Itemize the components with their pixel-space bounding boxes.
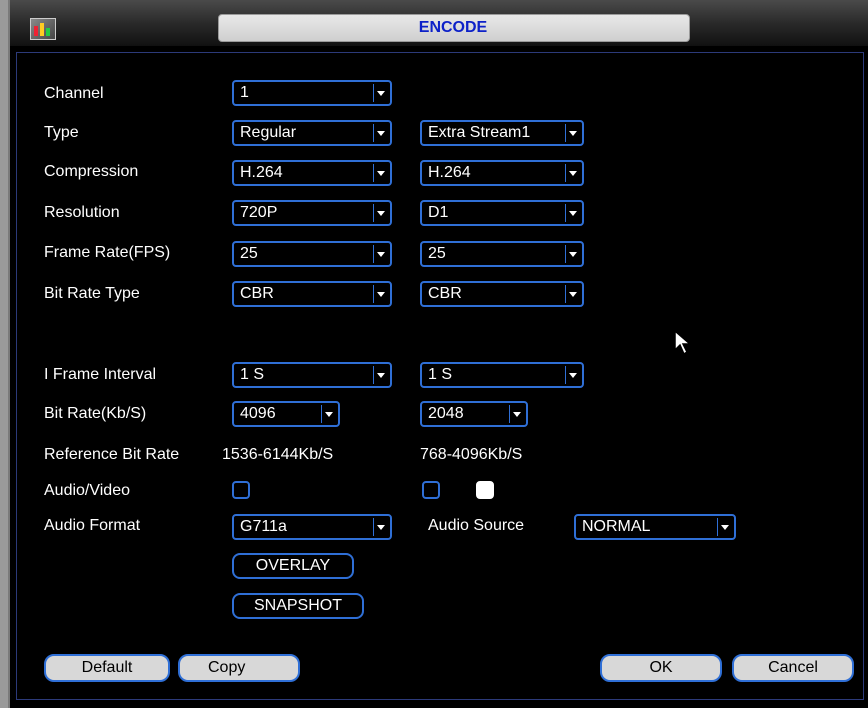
- chevron-down-icon: [373, 245, 388, 263]
- chevron-down-icon: [509, 405, 524, 423]
- chevron-down-icon: [373, 164, 388, 182]
- type-label: Type: [44, 124, 79, 141]
- extra-bit-rate-type-value: CBR: [428, 285, 462, 302]
- audio-source-label: Audio Source: [428, 517, 525, 534]
- audio-source-select[interactable]: NORMAL: [574, 514, 736, 540]
- main-compression-value: H.264: [240, 164, 283, 181]
- resolution-label: Resolution: [44, 204, 120, 221]
- main-compression-select[interactable]: H.264: [232, 160, 392, 186]
- extra-bit-rate-select[interactable]: 2048: [420, 401, 528, 427]
- extra-type-value: Extra Stream1: [428, 124, 531, 141]
- audio-format-value: G711a: [240, 518, 287, 535]
- bit-rate-type-label: Bit Rate Type: [44, 285, 140, 302]
- main-bit-rate-type-select[interactable]: CBR: [232, 281, 392, 307]
- encode-window: ENCODE Channel Type Compression Resoluti…: [8, 0, 868, 708]
- extra-i-frame-interval-select[interactable]: 1 S: [420, 362, 584, 388]
- extra-i-frame-interval-value: 1 S: [428, 366, 453, 383]
- main-resolution-value: 720P: [240, 204, 278, 221]
- cancel-button[interactable]: Cancel: [732, 654, 854, 682]
- extra-frame-rate-value: 25: [428, 245, 446, 262]
- channel-value: 1: [240, 84, 249, 101]
- chevron-down-icon: [565, 164, 580, 182]
- chevron-down-icon: [565, 245, 580, 263]
- main-bit-rate-type-value: CBR: [240, 285, 274, 302]
- main-bit-rate-value: 4096: [240, 405, 276, 422]
- mouse-cursor-icon: [674, 330, 692, 356]
- extra-reference-bit-rate: 768-4096Kb/S: [420, 446, 523, 463]
- main-i-frame-interval-select[interactable]: 1 S: [232, 362, 392, 388]
- chevron-down-icon: [373, 366, 388, 384]
- main-i-frame-interval-value: 1 S: [240, 366, 265, 383]
- audio-format-select[interactable]: G711a: [232, 514, 392, 540]
- audio-format-label: Audio Format: [44, 517, 141, 534]
- chevron-down-icon: [565, 366, 580, 384]
- main-frame-rate-select[interactable]: 25: [232, 241, 392, 267]
- channel-select[interactable]: 1: [232, 80, 392, 106]
- main-resolution-select[interactable]: 720P: [232, 200, 392, 226]
- extra-resolution-select[interactable]: D1: [420, 200, 584, 226]
- snapshot-button[interactable]: SNAPSHOT: [232, 593, 364, 619]
- chevron-down-icon: [373, 204, 388, 222]
- title-bar: ENCODE: [10, 0, 868, 46]
- window-title: ENCODE: [418, 19, 488, 36]
- main-reference-bit-rate: 1536-6144Kb/S: [222, 446, 334, 463]
- extra-video-checkbox[interactable]: [476, 481, 494, 499]
- i-frame-interval-label: I Frame Interval: [44, 366, 157, 383]
- copy-button[interactable]: Copy: [178, 654, 300, 682]
- chevron-down-icon: [321, 405, 336, 423]
- extra-compression-select[interactable]: H.264: [420, 160, 584, 186]
- audio-video-label: Audio/Video: [44, 482, 130, 499]
- overlay-button[interactable]: OVERLAY: [232, 553, 354, 579]
- extra-bit-rate-type-select[interactable]: CBR: [420, 281, 584, 307]
- compression-label: Compression: [44, 163, 139, 180]
- ok-button[interactable]: OK: [600, 654, 722, 682]
- audio-source-value: NORMAL: [582, 518, 651, 535]
- chevron-down-icon: [565, 124, 580, 142]
- main-type-value: Regular: [240, 124, 297, 141]
- extra-resolution-value: D1: [428, 204, 449, 221]
- app-icon: [30, 18, 56, 40]
- chevron-down-icon: [373, 84, 388, 102]
- extra-compression-value: H.264: [428, 164, 471, 181]
- extra-frame-rate-select[interactable]: 25: [420, 241, 584, 267]
- default-button[interactable]: Default: [44, 654, 170, 682]
- chevron-down-icon: [565, 204, 580, 222]
- channel-label: Channel: [44, 85, 104, 102]
- chevron-down-icon: [373, 518, 388, 536]
- extra-type-select[interactable]: Extra Stream1: [420, 120, 584, 146]
- extra-audio-video-checkbox[interactable]: [422, 481, 440, 499]
- bit-rate-label: Bit Rate(Kb/S): [44, 405, 147, 422]
- main-type-select[interactable]: Regular: [232, 120, 392, 146]
- main-frame-rate-value: 25: [240, 245, 258, 262]
- chevron-down-icon: [717, 518, 732, 536]
- reference-bit-rate-label: Reference Bit Rate: [44, 446, 180, 463]
- extra-bit-rate-value: 2048: [428, 405, 464, 422]
- chevron-down-icon: [565, 285, 580, 303]
- chevron-down-icon: [373, 124, 388, 142]
- chevron-down-icon: [373, 285, 388, 303]
- main-audio-video-checkbox[interactable]: [232, 481, 250, 499]
- main-bit-rate-select[interactable]: 4096: [232, 401, 340, 427]
- frame-rate-label: Frame Rate(FPS): [44, 244, 171, 261]
